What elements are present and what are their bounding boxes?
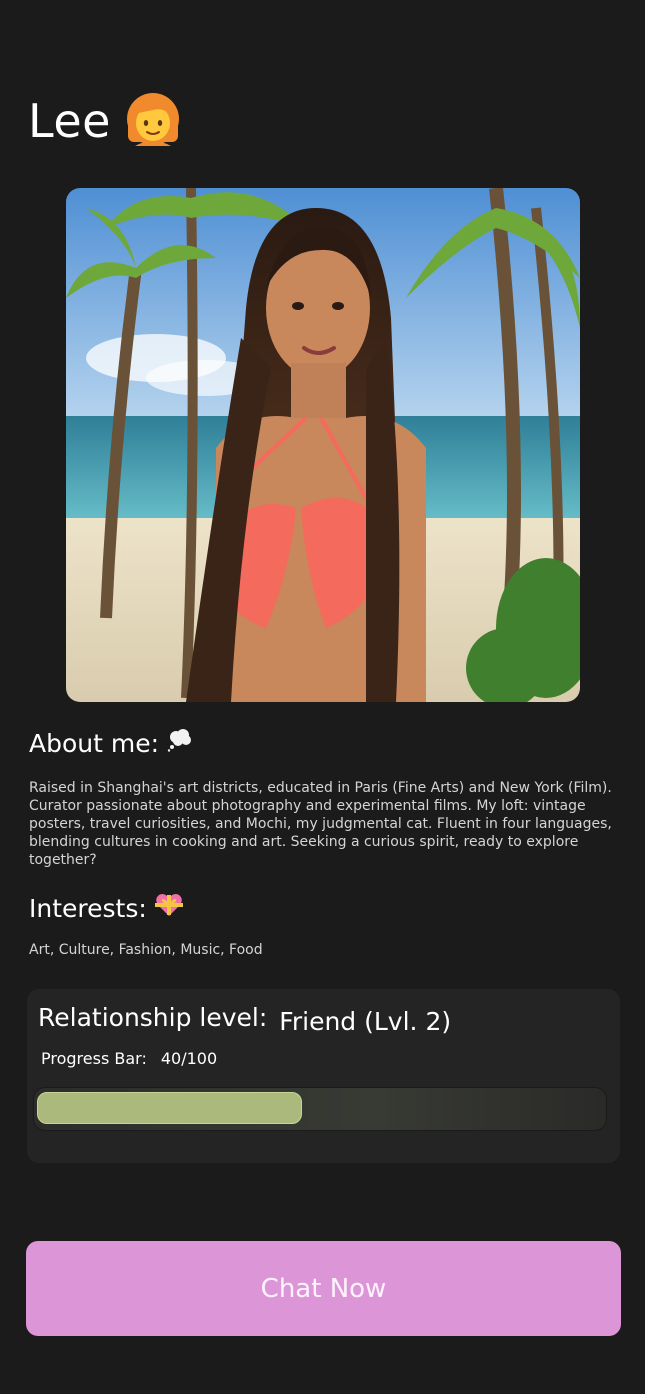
progress-value: 40/100 [160, 1049, 218, 1068]
chat-now-button[interactable]: Chat Now [26, 1241, 621, 1336]
relationship-card: Relationship level: Friend (Lvl. 2) Prog… [27, 989, 620, 1163]
relationship-level: Friend (Lvl. 2) [279, 1007, 452, 1036]
profile-name: Lee [28, 94, 111, 148]
interests-heading: Interests: [29, 892, 183, 924]
about-text: Raised in Shanghai's art districts, educ… [29, 780, 612, 868]
about-heading: About me: [29, 728, 193, 758]
profile-photo [66, 188, 580, 702]
about-title: About me: [29, 728, 160, 758]
profile-header: Lee [28, 92, 181, 150]
woman-emoji-icon [125, 92, 181, 150]
interests-title: Interests: [29, 893, 147, 923]
relationship-title: Relationship level: [38, 1003, 268, 1032]
progress-bar [33, 1087, 607, 1131]
relationship-heading: Relationship level: Friend (Lvl. 2) [38, 1003, 451, 1036]
progress-bar-fill [37, 1092, 302, 1124]
progress-label-row: Progress Bar: 40/100 [41, 1049, 217, 1068]
progress-label: Progress Bar: [41, 1049, 147, 1068]
heart-with-ribbon-icon [154, 892, 183, 924]
interests-list: Art, Culture, Fashion, Music, Food [29, 942, 263, 958]
thought-bubble-icon [167, 728, 193, 758]
